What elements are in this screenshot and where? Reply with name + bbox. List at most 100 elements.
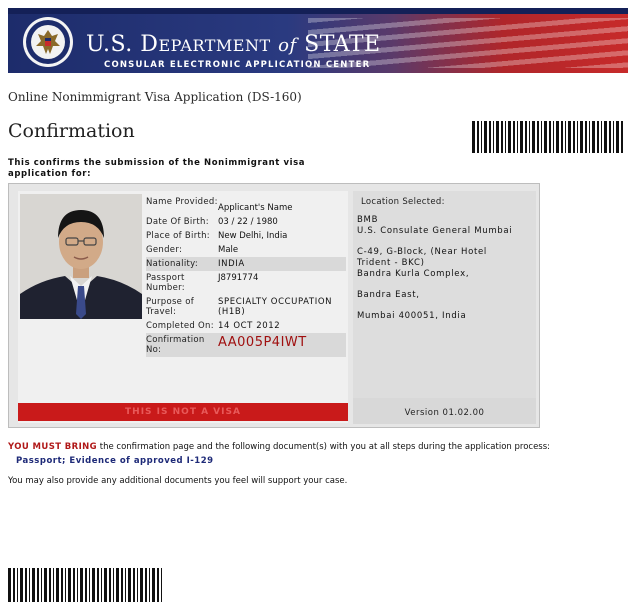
barcode-bar <box>568 121 571 153</box>
brand-title: U.S. DEPARTMENT of STATE <box>86 32 381 57</box>
barcode-bar <box>53 568 54 602</box>
barcode-bar <box>41 568 42 602</box>
applicant-panel: Name Provided: Applicant's Name Date Of … <box>18 191 348 423</box>
barcode-bar <box>609 121 611 153</box>
barcode-bar <box>149 568 150 602</box>
barcode-bar <box>496 121 499 153</box>
barcode-bar <box>616 121 619 153</box>
barcode-bar <box>161 568 162 602</box>
barcode-bar <box>601 121 602 153</box>
location-line: Trident - BKC) <box>357 258 425 268</box>
field-purpose-of-travel: Purpose of Travel: SPECIALTY OCCUPATION … <box>146 297 333 317</box>
not-a-visa-notice: THIS IS NOT A VISA <box>18 403 348 421</box>
barcode-bar <box>544 121 547 153</box>
barcode-bar <box>613 121 614 153</box>
location-panel: Location Selected: BMB U.S. Consulate Ge… <box>353 191 536 424</box>
barcode-bar <box>517 121 518 153</box>
barcode-bar <box>113 568 114 602</box>
header-banner: U.S. DEPARTMENT of STATE CONSULAR ELECTR… <box>8 8 628 73</box>
barcode-bar <box>44 568 47 602</box>
barcode-bar <box>109 568 111 602</box>
barcode-bar <box>597 121 599 153</box>
intro-text: This confirms the submission of the Noni… <box>8 158 306 179</box>
barcode-bar <box>61 568 63 602</box>
barcode-bar <box>32 568 35 602</box>
barcode-bar <box>604 121 607 153</box>
field-name: Name Provided: Applicant's Name <box>146 197 293 213</box>
barcode-bar <box>89 568 90 602</box>
barcode-bar <box>25 568 27 602</box>
location-address: BMB U.S. Consulate General Mumbai C-49, … <box>357 215 535 322</box>
barcode-bar <box>68 568 71 602</box>
brand-subtitle: CONSULAR ELECTRONIC APPLICATION CENTER <box>104 60 371 70</box>
barcode-bar <box>580 121 583 153</box>
barcode-bar <box>145 568 147 602</box>
barcode-bar <box>97 568 99 602</box>
field-passport-number: Passport Number: J8791774 <box>146 273 259 293</box>
barcode-bar <box>484 121 487 153</box>
barcode-bar <box>553 121 554 153</box>
barcode-bar <box>92 568 95 602</box>
barcode-bar <box>541 121 542 153</box>
barcode-bar <box>573 121 575 153</box>
barcode-bar <box>37 568 39 602</box>
barcode-bar <box>477 121 479 153</box>
barcode-bar <box>8 568 11 602</box>
barcode-bar <box>116 568 119 602</box>
field-gender: Gender: Male <box>146 245 239 255</box>
barcode-bar <box>73 568 75 602</box>
barcode-bar <box>529 121 530 153</box>
barcode-bar <box>501 121 503 153</box>
field-confirmation-number: Confirmation No: AA005P4IWT <box>146 333 346 357</box>
barcode-bar <box>125 568 126 602</box>
barcode-bar <box>101 568 102 602</box>
field-nationality: Nationality: INDIA <box>146 257 346 271</box>
barcode-bar <box>152 568 155 602</box>
barcode-bar <box>137 568 138 602</box>
barcode-bar <box>513 121 515 153</box>
barcode-bar <box>140 568 143 602</box>
barcode-bar <box>508 121 511 153</box>
barcode-top <box>472 121 623 153</box>
barcode-bar <box>589 121 590 153</box>
barcode-bar <box>80 568 83 602</box>
page-title: Confirmation <box>8 120 135 142</box>
barcode-bar <box>85 568 87 602</box>
barcode-bar <box>20 568 23 602</box>
barcode-bar <box>493 121 494 153</box>
location-line: Bandra East, <box>357 290 420 300</box>
barcode-bar <box>561 121 563 153</box>
barcode-bar <box>65 568 66 602</box>
barcode-bar <box>556 121 559 153</box>
form-name: Online Nonimmigrant Visa Application (DS… <box>8 90 302 104</box>
location-label: Location Selected: <box>361 197 445 207</box>
barcode-bar <box>520 121 523 153</box>
version-label: Version 01.02.00 <box>404 408 485 418</box>
barcode-bar <box>17 568 18 602</box>
barcode-bar <box>481 121 482 153</box>
barcode-bar <box>157 568 159 602</box>
barcode-bar <box>133 568 135 602</box>
barcode-bar <box>49 568 51 602</box>
must-bring-text: YOU MUST BRING the confirmation page and… <box>8 442 551 452</box>
barcode-bar <box>565 121 566 153</box>
barcode-bar <box>77 568 78 602</box>
confirmation-card: Name Provided: Applicant's Name Date Of … <box>8 183 540 428</box>
barcode-bar <box>121 568 123 602</box>
location-line: BMB <box>357 215 379 225</box>
location-line: Mumbai 400051, India <box>357 311 467 321</box>
barcode-bar <box>13 568 15 602</box>
barcode-bar <box>56 568 59 602</box>
barcode-bar <box>537 121 539 153</box>
barcode-bar <box>128 568 131 602</box>
location-line: U.S. Consulate General Mumbai <box>357 226 513 236</box>
barcode-bar <box>585 121 587 153</box>
field-completed-on: Completed On: 14 OCT 2012 <box>146 321 281 331</box>
location-line: C-49, G-Block, (Near Hotel <box>357 247 487 257</box>
field-dob: Date Of Birth: 03 / 22 / 1980 <box>146 217 278 227</box>
barcode-bar <box>549 121 551 153</box>
barcode-bar <box>489 121 491 153</box>
required-documents: Passport; Evidence of approved I-129 <box>16 456 214 466</box>
barcode-bar <box>621 121 623 153</box>
applicant-photo <box>20 194 142 319</box>
